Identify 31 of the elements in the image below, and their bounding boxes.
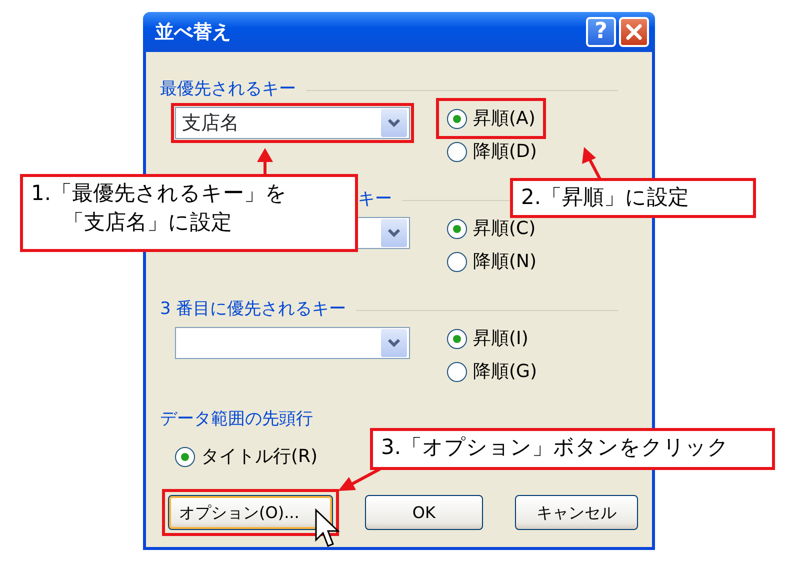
mouse-pointer-icon xyxy=(315,508,340,547)
dropdown-field[interactable] xyxy=(175,327,410,359)
radio-button[interactable] xyxy=(447,362,467,382)
radio-label: 昇順(C) xyxy=(473,217,536,241)
callout-text: 1.「最優先されるキー」を xyxy=(31,180,288,207)
group-label: キー xyxy=(358,188,392,212)
radio-label: 昇順(I) xyxy=(473,327,528,351)
radio-button[interactable] xyxy=(447,108,467,128)
close-button[interactable] xyxy=(619,17,649,47)
radio-button[interactable] xyxy=(447,328,467,348)
radio-button[interactable] xyxy=(447,252,467,272)
callout-text: 「支店名」に設定 xyxy=(62,209,233,236)
dropdown-field[interactable]: 支店名 xyxy=(175,107,410,139)
radio-label: 降順(N) xyxy=(473,250,537,274)
radio-button[interactable] xyxy=(447,218,467,238)
window-title: 並べ替え xyxy=(155,20,232,45)
radio-label: 昇順(A) xyxy=(473,107,536,131)
group-label: 3 番目に優先されるキー xyxy=(160,298,346,322)
radio-label: 降順(D) xyxy=(473,140,537,164)
radio-label: タイトル行(R) xyxy=(201,445,318,469)
callout-text: 2.「昇順」に設定 xyxy=(521,184,690,211)
group-label: 最優先されるキー xyxy=(160,78,296,102)
group-label: データ範囲の先頭行 xyxy=(160,408,313,432)
dialog-button[interactable]: OK xyxy=(365,495,483,530)
dialog-button[interactable]: キャンセル xyxy=(514,495,638,530)
radio-button[interactable] xyxy=(175,446,195,466)
callout-text: 3.「オプション」ボタンをクリック xyxy=(381,434,730,461)
radio-button[interactable] xyxy=(447,142,467,162)
dialog-button[interactable]: オプション(O)... xyxy=(168,495,334,530)
close-icon xyxy=(625,23,643,41)
radio-label: 降順(G) xyxy=(473,360,537,384)
